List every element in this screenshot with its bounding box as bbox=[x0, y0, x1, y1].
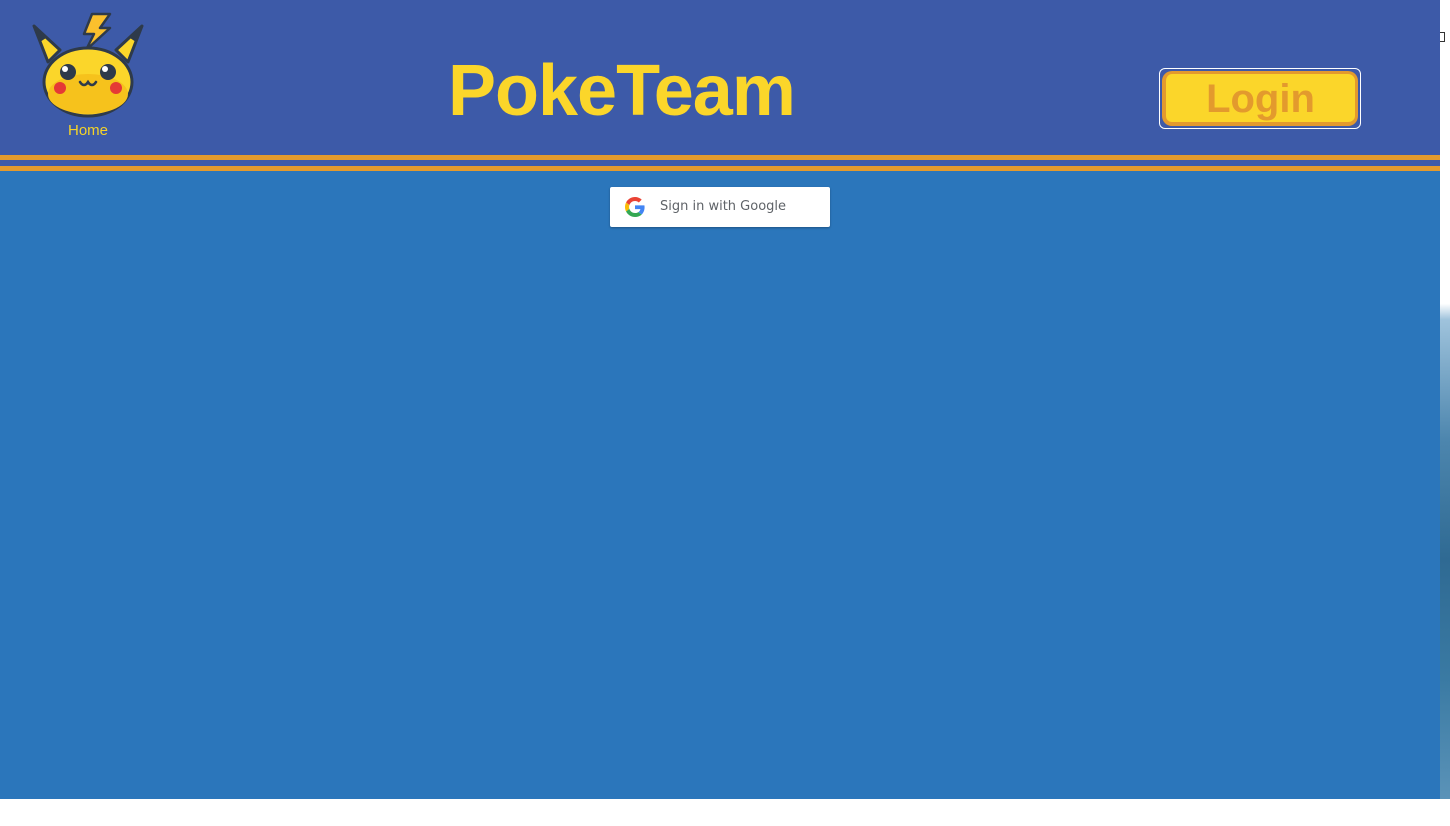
site-header: Home PokeTeam Login bbox=[0, 0, 1440, 155]
home-label: Home bbox=[67, 122, 108, 139]
login-button-label: Login bbox=[1162, 71, 1358, 126]
site-title: PokeTeam bbox=[448, 51, 796, 131]
desktop-background-strip bbox=[1440, 0, 1450, 799]
app-window: Home PokeTeam Login Sign in with Google bbox=[0, 0, 1440, 799]
login-button[interactable]: Login bbox=[1159, 68, 1361, 129]
google-signin-label: Sign in with Google bbox=[660, 199, 787, 214]
home-link[interactable]: Home bbox=[28, 10, 148, 142]
google-g-icon bbox=[625, 197, 645, 217]
google-signin-button[interactable]: Sign in with Google bbox=[610, 187, 830, 227]
desktop-edge-mark bbox=[1440, 32, 1445, 42]
header-divider-bottom bbox=[0, 166, 1440, 171]
pikachu-logo-icon bbox=[32, 12, 144, 118]
